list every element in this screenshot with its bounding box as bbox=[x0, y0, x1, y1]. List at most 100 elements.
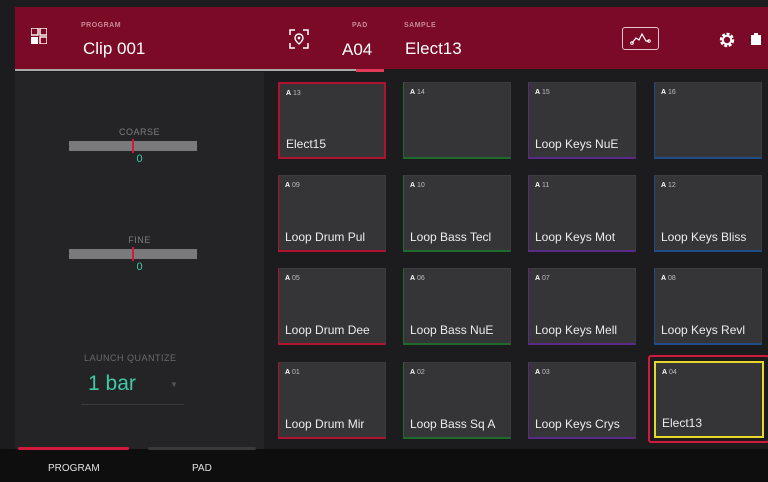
coarse-slider[interactable] bbox=[69, 139, 197, 153]
pad-sample-name: Loop Bass Tecl bbox=[410, 230, 492, 244]
pad-number: A 12 bbox=[661, 182, 676, 189]
coarse-label: COARSE bbox=[118, 127, 160, 137]
pad-index: 07 bbox=[542, 275, 550, 282]
grid-icon[interactable] bbox=[31, 28, 47, 44]
pad-sample-name: Loop Bass NuE bbox=[410, 323, 494, 337]
program-settings-panel: COARSE 0 FINE 0 LAUNCH QUANTIZE 1 bar ▼ bbox=[15, 72, 264, 450]
pad-index: 05 bbox=[292, 275, 300, 282]
pad-index: 06 bbox=[417, 275, 425, 282]
pad-A16[interactable]: A 16 bbox=[654, 82, 762, 159]
tab-program[interactable]: PROGRAM bbox=[48, 463, 100, 474]
sample-name[interactable]: Elect13 bbox=[405, 39, 462, 59]
pad-bank: A bbox=[661, 182, 667, 189]
pad-sample-name: Loop Drum Pul bbox=[285, 230, 366, 244]
pad-number: A 07 bbox=[535, 275, 550, 282]
pad-number: A 06 bbox=[410, 275, 425, 282]
pad-A11[interactable]: A 11 Loop Keys Mot bbox=[528, 175, 636, 252]
pad-number: A 03 bbox=[535, 369, 550, 376]
selected-pad-outline bbox=[648, 355, 768, 443]
pad-index: 14 bbox=[417, 89, 425, 96]
locate-icon[interactable] bbox=[289, 29, 309, 49]
pad-bank: A bbox=[535, 89, 541, 96]
pad-bank: A bbox=[661, 275, 667, 282]
pad-number: A 15 bbox=[535, 89, 550, 96]
pad-bank: A bbox=[535, 369, 541, 376]
pad-A10[interactable]: A 10 Loop Bass Tecl bbox=[403, 175, 511, 252]
pad-A09[interactable]: A 09 Loop Drum Pul bbox=[278, 175, 386, 252]
pad-number: A 14 bbox=[410, 89, 425, 96]
pad-A13[interactable]: A 13 Elect15 bbox=[278, 82, 386, 159]
pad-sample-name: Loop Drum Mir bbox=[285, 417, 365, 431]
pad-bank: A bbox=[535, 275, 541, 282]
fine-value: 0 bbox=[136, 261, 143, 273]
pad-bank: A bbox=[661, 89, 667, 96]
pad-A05[interactable]: A 05 Loop Drum Dee bbox=[278, 268, 386, 345]
pad-A08[interactable]: A 08 Loop Keys Revl bbox=[654, 268, 762, 345]
fine-slider[interactable] bbox=[69, 247, 197, 261]
tab-pad[interactable]: PAD bbox=[192, 463, 212, 474]
pad-bank: A bbox=[286, 90, 292, 97]
pad-bank: A bbox=[285, 275, 291, 282]
bottom-tab-bar: PROGRAM PAD bbox=[0, 447, 768, 482]
program-name[interactable]: Clip 001 bbox=[83, 39, 145, 59]
coarse-value: 0 bbox=[136, 153, 143, 165]
pad-index: 10 bbox=[417, 182, 425, 189]
pad-sample-name: Loop Keys Bliss bbox=[661, 230, 747, 244]
launch-quantize-select[interactable]: 1 bar bbox=[88, 372, 136, 396]
pad-A03[interactable]: A 03 Loop Keys Crys bbox=[528, 362, 636, 439]
pad-sample-name: Loop Bass Sq A bbox=[410, 417, 496, 431]
chevron-down-icon: ▼ bbox=[170, 380, 178, 389]
pad-sample-name: Loop Keys Crys bbox=[535, 417, 620, 431]
pad-A07[interactable]: A 07 Loop Keys Mell bbox=[528, 268, 636, 345]
coarse-slider-center bbox=[132, 139, 134, 153]
pad-number: A 16 bbox=[661, 89, 676, 96]
envelope-icon bbox=[630, 32, 651, 45]
pad-index: 09 bbox=[292, 182, 300, 189]
pad-sample-name: Loop Keys Revl bbox=[661, 323, 746, 337]
pad-number: A 10 bbox=[410, 182, 425, 189]
header-divider bbox=[15, 69, 374, 71]
pad-bank: A bbox=[410, 275, 416, 282]
pad-bank: A bbox=[410, 369, 416, 376]
pad-bank: A bbox=[285, 369, 291, 376]
pad-A15[interactable]: A 15 Loop Keys NuE bbox=[528, 82, 636, 159]
pad-bank: A bbox=[410, 89, 416, 96]
pad-number: A 02 bbox=[410, 369, 425, 376]
tab-pad-indicator bbox=[148, 447, 256, 450]
pad-sample-name: Elect15 bbox=[286, 137, 327, 151]
pad-number: A 01 bbox=[285, 369, 300, 376]
pad-index: 01 bbox=[292, 369, 300, 376]
gear-icon[interactable] bbox=[717, 30, 737, 50]
pad-index: 02 bbox=[417, 369, 425, 376]
pad-number: A 13 bbox=[286, 90, 301, 97]
pad-bank: A bbox=[285, 182, 291, 189]
pad-A14[interactable]: A 14 bbox=[403, 82, 511, 159]
pad-index: 15 bbox=[542, 89, 550, 96]
pad-index: 11 bbox=[542, 182, 550, 189]
pad-number: A 08 bbox=[661, 275, 676, 282]
pad-index: 13 bbox=[293, 90, 301, 97]
pad-A02[interactable]: A 02 Loop Bass Sq A bbox=[403, 362, 511, 439]
launch-quantize-underline bbox=[81, 404, 184, 405]
tab-program-indicator bbox=[18, 447, 129, 450]
pad-A01[interactable]: A 01 Loop Drum Mir bbox=[278, 362, 386, 439]
pad-bank: A bbox=[410, 182, 416, 189]
envelope-button[interactable] bbox=[622, 27, 659, 50]
launch-quantize-label: LAUNCH QUANTIZE bbox=[84, 353, 177, 363]
header-bar: PROGRAM Clip 001 PAD A04 SAMPLE Elect13 bbox=[15, 7, 768, 72]
program-label: PROGRAM bbox=[81, 22, 122, 29]
pad-bank: A bbox=[535, 182, 541, 189]
pad-A12[interactable]: A 12 Loop Keys Bliss bbox=[654, 175, 762, 252]
pad-sample-name: Loop Keys Mot bbox=[535, 230, 616, 244]
pad-sample-name: Loop Keys Mell bbox=[535, 323, 618, 337]
pad-index: 16 bbox=[668, 89, 676, 96]
pad-name[interactable]: A04 bbox=[342, 40, 372, 60]
fine-label: FINE bbox=[128, 235, 151, 245]
sample-label: SAMPLE bbox=[404, 22, 437, 29]
pad-index: 08 bbox=[668, 275, 676, 282]
pad-A06[interactable]: A 06 Loop Bass NuE bbox=[403, 268, 511, 345]
pad-index: 03 bbox=[542, 369, 550, 376]
pad-number: A 11 bbox=[535, 182, 549, 189]
pad-number: A 05 bbox=[285, 275, 300, 282]
fine-slider-center bbox=[132, 247, 134, 261]
